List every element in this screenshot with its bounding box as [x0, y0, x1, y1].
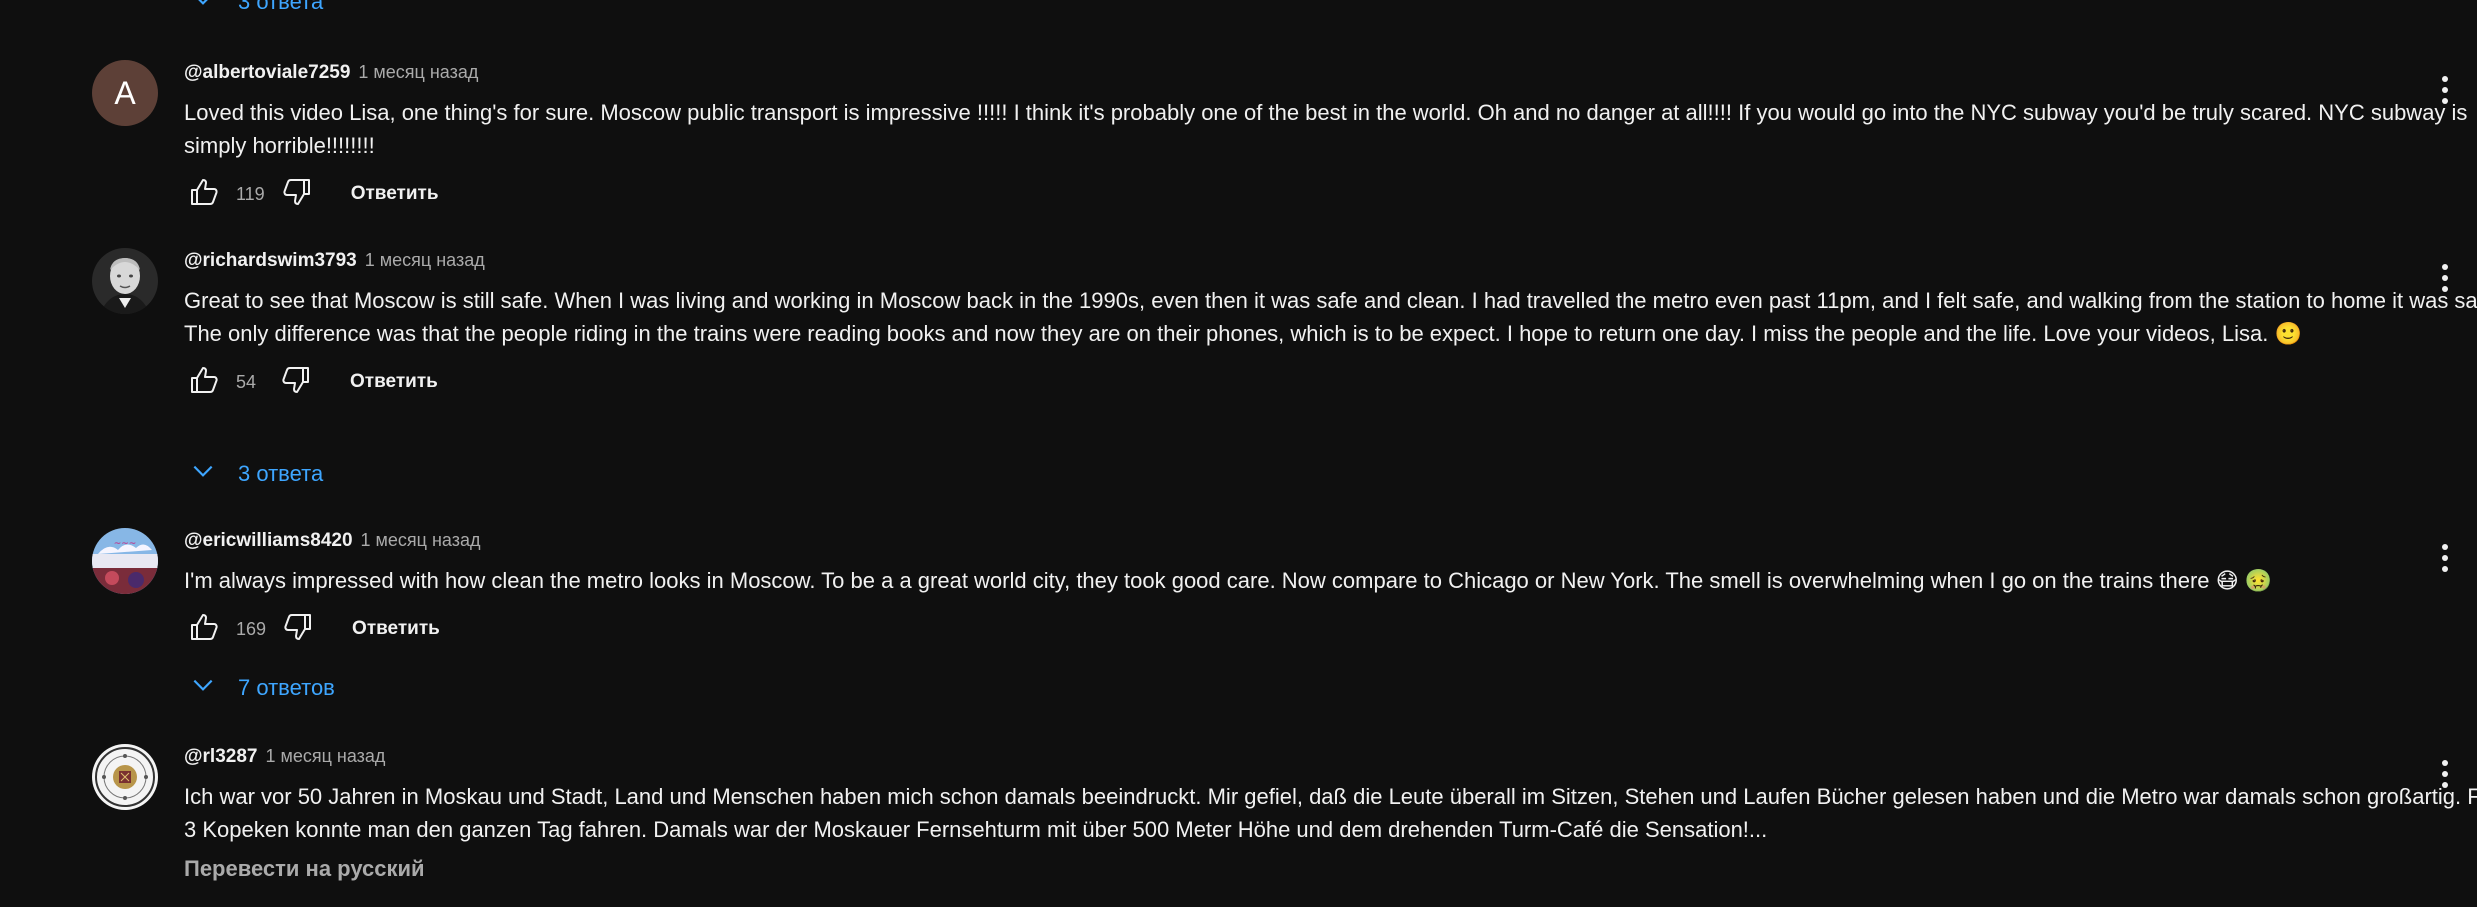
comment-text: I'm always impressed with how clean the …	[184, 568, 2273, 593]
avatar[interactable]: A	[92, 60, 158, 126]
comment-text: Great to see that Moscow is still safe. …	[184, 288, 2477, 346]
comment-author[interactable]: @rl3287	[184, 746, 257, 768]
chevron-down-icon	[190, 458, 216, 490]
comment-actions: 119 Ответить	[184, 174, 2407, 214]
top-replies-toggle[interactable]: 3 ответа	[190, 0, 323, 18]
dislike-button[interactable]	[276, 362, 316, 402]
like-count: 119	[236, 183, 265, 204]
avatar[interactable]	[92, 744, 158, 810]
like-button[interactable]	[184, 609, 224, 649]
comment-body: @richardswim3793 1 месяц назад Great to …	[184, 250, 2477, 402]
translate-link[interactable]: Перевести на русский	[184, 856, 2407, 882]
comment-text: Ich war vor 50 Jahren in Moskau und Stad…	[184, 784, 2477, 842]
replies-count-label: 3 ответа	[238, 461, 324, 486]
vertical-dots-icon	[2441, 262, 2449, 299]
comment-time[interactable]: 1 месяц назад	[365, 250, 485, 271]
comment-header: @albertoviale7259 1 месяц назад	[184, 62, 2407, 92]
avatar[interactable]	[92, 248, 158, 314]
thumbs-down-icon	[282, 611, 314, 648]
comment-actions: 54 Ответить	[184, 362, 2407, 402]
thumbs-up-icon	[188, 176, 220, 213]
comment-time[interactable]: 1 месяц назад	[358, 62, 478, 83]
comment-header: @richardswim3793 1 месяц назад	[184, 250, 2407, 280]
reply-button[interactable]: Ответить	[351, 183, 439, 205]
more-actions-button[interactable]	[2435, 72, 2455, 112]
like-count: 54	[236, 371, 257, 392]
comment-header: @ericwilliams8420 1 месяц назад	[184, 530, 2407, 560]
comment-author[interactable]: @albertoviale7259	[184, 62, 350, 84]
vertical-dots-icon	[2441, 542, 2449, 579]
vertical-dots-icon	[2441, 758, 2449, 795]
landscape-photo-icon: ~~~	[92, 528, 158, 594]
reply-button[interactable]: Ответить	[350, 371, 438, 393]
thumbs-up-icon	[188, 611, 220, 648]
dislike-button[interactable]	[277, 174, 317, 214]
svg-text:~~~: ~~~	[114, 539, 137, 549]
comment-body: @ericwilliams8420 1 месяц назад I'm alwa…	[184, 530, 2407, 649]
chevron-down-icon	[190, 0, 216, 18]
comment-time[interactable]: 1 месяц назад	[361, 530, 481, 551]
thumbs-down-icon	[280, 364, 312, 401]
replies-count-label: 3 ответа	[238, 0, 324, 14]
reply-button[interactable]: Ответить	[352, 618, 440, 640]
comment-text: Loved this video Lisa, one thing's for s…	[184, 100, 2468, 158]
comment-body: @albertoviale7259 1 месяц назад Loved th…	[184, 62, 2467, 214]
comments-page: 3 ответа A @albertoviale7259 1 месяц наз…	[0, 0, 2477, 907]
more-actions-button[interactable]	[2435, 540, 2455, 580]
like-button[interactable]	[184, 174, 224, 214]
comment-author[interactable]: @richardswim3793	[184, 250, 357, 272]
comment-actions: 169 Ответить	[184, 609, 2407, 649]
dislike-button[interactable]	[278, 609, 318, 649]
chevron-down-icon	[190, 672, 216, 704]
avatar-letter: A	[114, 74, 136, 111]
more-actions-button[interactable]	[2435, 756, 2455, 796]
comment-body: @rl3287 1 месяц назад Ich war vor 50 Jah…	[184, 746, 2477, 882]
avatar[interactable]: ~~~	[92, 528, 158, 594]
comment-header: @rl3287 1 месяц назад	[184, 746, 2407, 776]
vertical-dots-icon	[2441, 74, 2449, 111]
portrait-photo-icon	[92, 248, 158, 314]
replies-toggle[interactable]: 3 ответа	[190, 458, 323, 490]
comment-author[interactable]: @ericwilliams8420	[184, 530, 353, 552]
thumbs-up-icon	[188, 364, 220, 401]
more-actions-button[interactable]	[2435, 260, 2455, 300]
replies-toggle[interactable]: 7 ответов	[190, 672, 335, 704]
replies-count-label: 7 ответов	[238, 675, 335, 700]
like-button[interactable]	[184, 362, 224, 402]
like-count: 169	[236, 618, 267, 639]
thumbs-down-icon	[281, 176, 313, 213]
seal-emblem-icon	[92, 744, 158, 810]
comment-time[interactable]: 1 месяц назад	[265, 746, 385, 767]
